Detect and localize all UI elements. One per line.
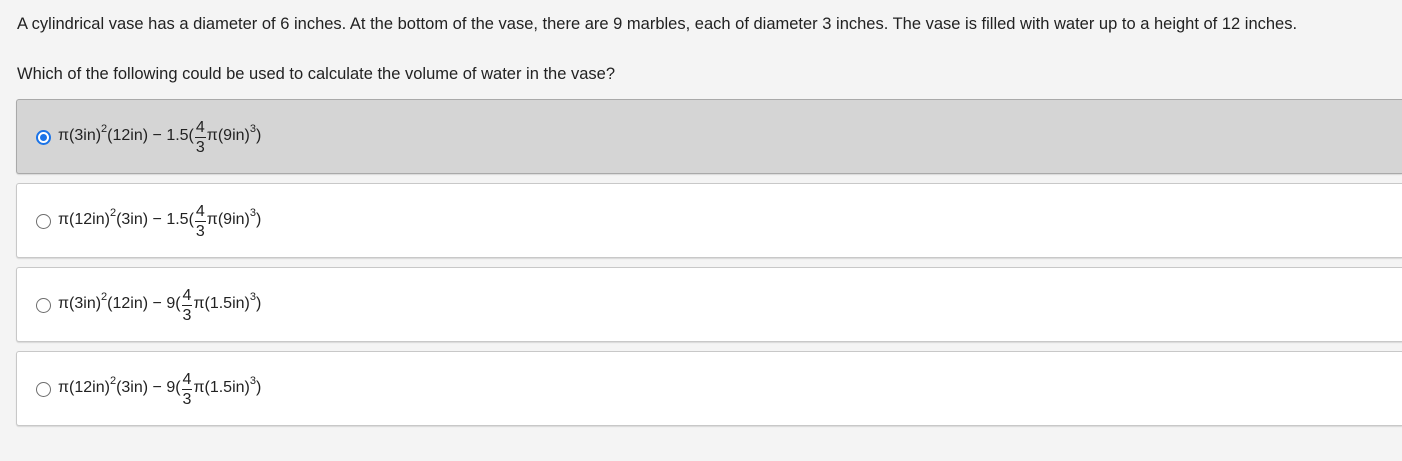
question-text: A cylindrical vase has a diameter of 6 i… xyxy=(17,15,1298,33)
radio-button-b[interactable] xyxy=(36,214,51,229)
radio-button-c[interactable] xyxy=(36,298,51,313)
choice-expression-c: π(3in) 2 (12in) − 9( 43 π(1.5in) 3) xyxy=(58,286,262,324)
radio-button-d[interactable] xyxy=(36,382,51,397)
answer-choice-c[interactable]: π(3in) 2 (12in) − 9( 43 π(1.5in) 3) xyxy=(16,267,1402,342)
answer-choice-b[interactable]: π(12in) 2 (3in) − 1.5( 43 π(9in) 3) xyxy=(16,183,1402,258)
answer-choice-a[interactable]: π(3in) 2 (12in) − 1.5( 43 π(9in) 3) xyxy=(16,99,1402,174)
choice-expression-a: π(3in) 2 (12in) − 1.5( 43 π(9in) 3) xyxy=(58,118,262,156)
fraction: 43 xyxy=(194,202,206,240)
answer-choice-d[interactable]: π(12in) 2 (3in) − 9( 43 π(1.5in) 3) xyxy=(16,351,1402,426)
fraction: 43 xyxy=(181,370,193,408)
choice-expression-b: π(12in) 2 (3in) − 1.5( 43 π(9in) 3) xyxy=(58,202,262,240)
radio-button-a[interactable] xyxy=(36,130,51,145)
choice-expression-d: π(12in) 2 (3in) − 9( 43 π(1.5in) 3) xyxy=(58,370,262,408)
question-prompt: Which of the following could be used to … xyxy=(17,65,616,83)
fraction: 43 xyxy=(194,118,206,156)
fraction: 43 xyxy=(181,286,193,324)
